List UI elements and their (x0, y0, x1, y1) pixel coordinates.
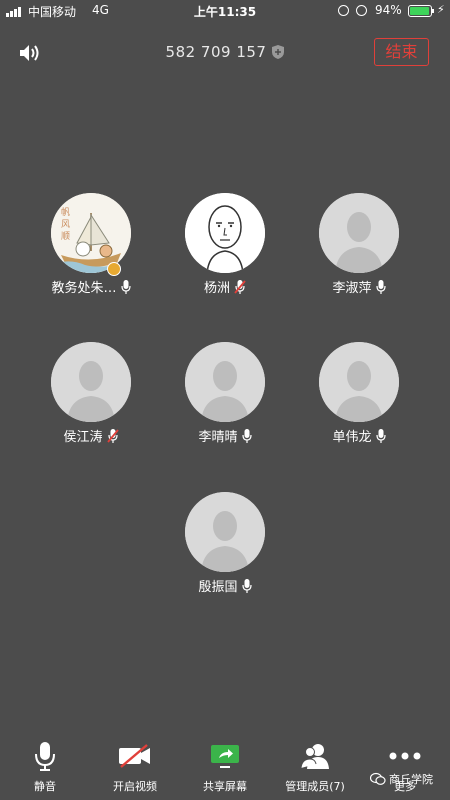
host-badge-icon (107, 262, 121, 276)
alarm-icon (356, 5, 367, 16)
avatar (185, 193, 265, 273)
mic-muted-icon (234, 280, 246, 294)
participant-tile[interactable]: 李淑萍 (292, 193, 426, 303)
mute-button[interactable]: 静音 (0, 738, 90, 794)
video-off-icon (90, 738, 180, 774)
battery-icon (408, 5, 432, 17)
mic-icon (120, 280, 131, 294)
participant-name: 李晴晴 (198, 430, 238, 445)
share-screen-icon (180, 738, 270, 774)
default-avatar-icon (319, 193, 399, 273)
participant-name: 侯江涛 (63, 430, 103, 445)
participant-name: 教务处朱… (51, 281, 117, 296)
members-icon (270, 738, 360, 774)
manage-members-button[interactable]: 管理成员(7) (270, 738, 360, 794)
mic-icon (375, 280, 386, 294)
wechat-channel-icon (370, 772, 386, 785)
watermark-text: 商丘学院 (389, 773, 433, 786)
participant-tile[interactable]: 殷振国 (158, 492, 292, 602)
participant-name: 殷振国 (198, 580, 238, 595)
status-bar: 中国移动 4G 上午11:35 94% ⚡ (0, 0, 450, 22)
meeting-id-text: 582 709 157 (165, 43, 267, 61)
svg-text:顺: 顺 (61, 231, 70, 242)
default-avatar-icon (185, 492, 265, 572)
participant-tile[interactable]: 单伟龙 (292, 342, 426, 452)
start-video-button[interactable]: 开启视频 (90, 738, 180, 794)
watermark: 商丘学院 (370, 771, 433, 787)
mute-label: 静音 (34, 780, 56, 793)
mic-muted-icon (106, 429, 119, 443)
participant-tile[interactable]: 帆 风 顺 教务处朱… (24, 193, 158, 303)
avatar: 帆 风 顺 (51, 193, 131, 273)
share-label: 共享屏幕 (203, 780, 247, 793)
participant-name: 单伟龙 (332, 430, 372, 445)
mic-icon (241, 579, 252, 593)
more-dots-icon (360, 738, 450, 774)
participant-tile[interactable]: 李晴晴 (158, 342, 292, 452)
participant-tile[interactable]: 侯江涛 (24, 342, 158, 452)
mic-icon (375, 429, 386, 443)
participant-name: 李淑萍 (332, 281, 372, 296)
rotation-lock-icon (338, 5, 349, 16)
bottom-toolbar: 静音 开启视频 共享屏幕 管理成员(7) 更多 (0, 738, 450, 800)
participant-name: 杨洲 (203, 281, 230, 296)
battery-percent: 94% (375, 3, 402, 17)
shield-icon (272, 45, 285, 63)
default-avatar-icon (185, 342, 265, 422)
microphone-icon (0, 738, 90, 774)
end-meeting-button[interactable]: 结束 (374, 38, 429, 66)
svg-text:帆: 帆 (61, 206, 70, 218)
svg-text:风: 风 (61, 219, 70, 230)
charging-icon: ⚡ (437, 3, 445, 16)
video-label: 开启视频 (113, 780, 157, 793)
participant-tile[interactable]: 杨洲 (158, 193, 292, 303)
default-avatar-icon (51, 342, 131, 422)
share-screen-button[interactable]: 共享屏幕 (180, 738, 270, 794)
members-label: 管理成员(7) (285, 780, 345, 793)
default-avatar-icon (319, 342, 399, 422)
mic-icon (241, 429, 252, 443)
